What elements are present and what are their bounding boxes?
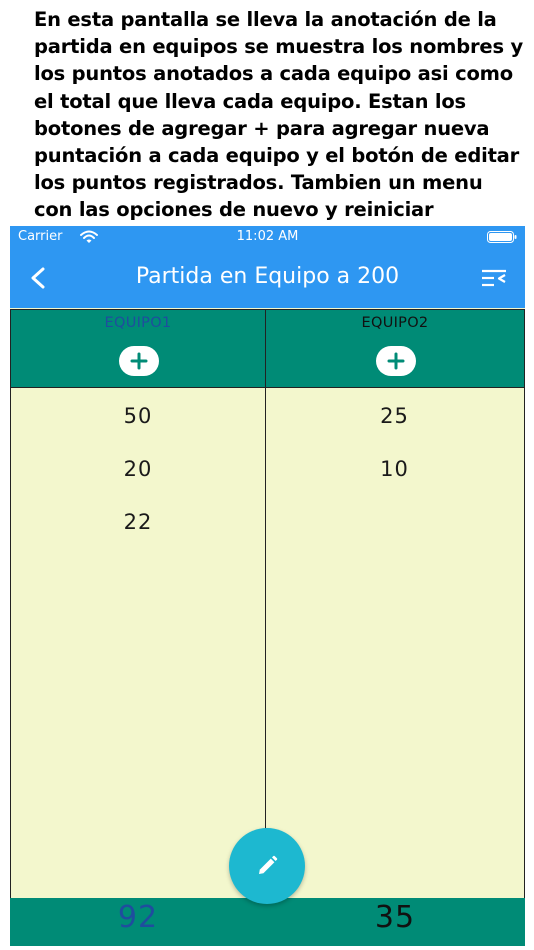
menu-icon[interactable] xyxy=(481,268,507,288)
score-entry[interactable]: 20 xyxy=(11,457,265,481)
score-column-team-1: 50 20 22 xyxy=(10,388,266,898)
navigation-bar: Partida en Equipo a 200 xyxy=(10,248,525,308)
edit-scores-button[interactable] xyxy=(229,828,305,904)
plus-icon xyxy=(387,352,405,370)
team-header-1: EQUIPO1 xyxy=(10,309,266,388)
team-name-2: EQUIPO2 xyxy=(361,315,429,331)
plus-icon xyxy=(130,352,148,370)
score-entry[interactable]: 22 xyxy=(11,510,265,534)
chevron-left-icon[interactable] xyxy=(28,266,50,290)
description-caption: En esta pantalla se lleva la anotación d… xyxy=(34,8,523,249)
score-entry[interactable]: 50 xyxy=(11,404,265,428)
score-column-team-2: 25 10 xyxy=(265,388,525,898)
team-header-2: EQUIPO2 xyxy=(265,309,525,388)
team-total-1: 92 xyxy=(117,900,159,935)
score-entry[interactable]: 25 xyxy=(265,404,524,428)
status-time: 11:02 AM xyxy=(236,229,299,244)
status-bar: Carrier 11:02 AM xyxy=(10,226,525,248)
team-name-1: EQUIPO1 xyxy=(104,315,172,331)
team-header-row: EQUIPO1 EQUIPO2 xyxy=(10,309,525,388)
score-entry[interactable]: 10 xyxy=(265,457,524,481)
add-score-button-team-1[interactable] xyxy=(119,346,159,376)
phone-screen: Carrier 11:02 AM Partida en Equipo a 200… xyxy=(10,226,525,946)
add-score-button-team-2[interactable] xyxy=(376,346,416,376)
battery-icon xyxy=(487,231,517,243)
team-total-2: 35 xyxy=(374,900,416,935)
totals-row: 92 35 xyxy=(10,898,525,946)
page-title: Partida en Equipo a 200 xyxy=(135,264,400,289)
pencil-icon xyxy=(259,855,278,874)
score-list-area: 50 20 22 25 10 xyxy=(10,388,525,898)
